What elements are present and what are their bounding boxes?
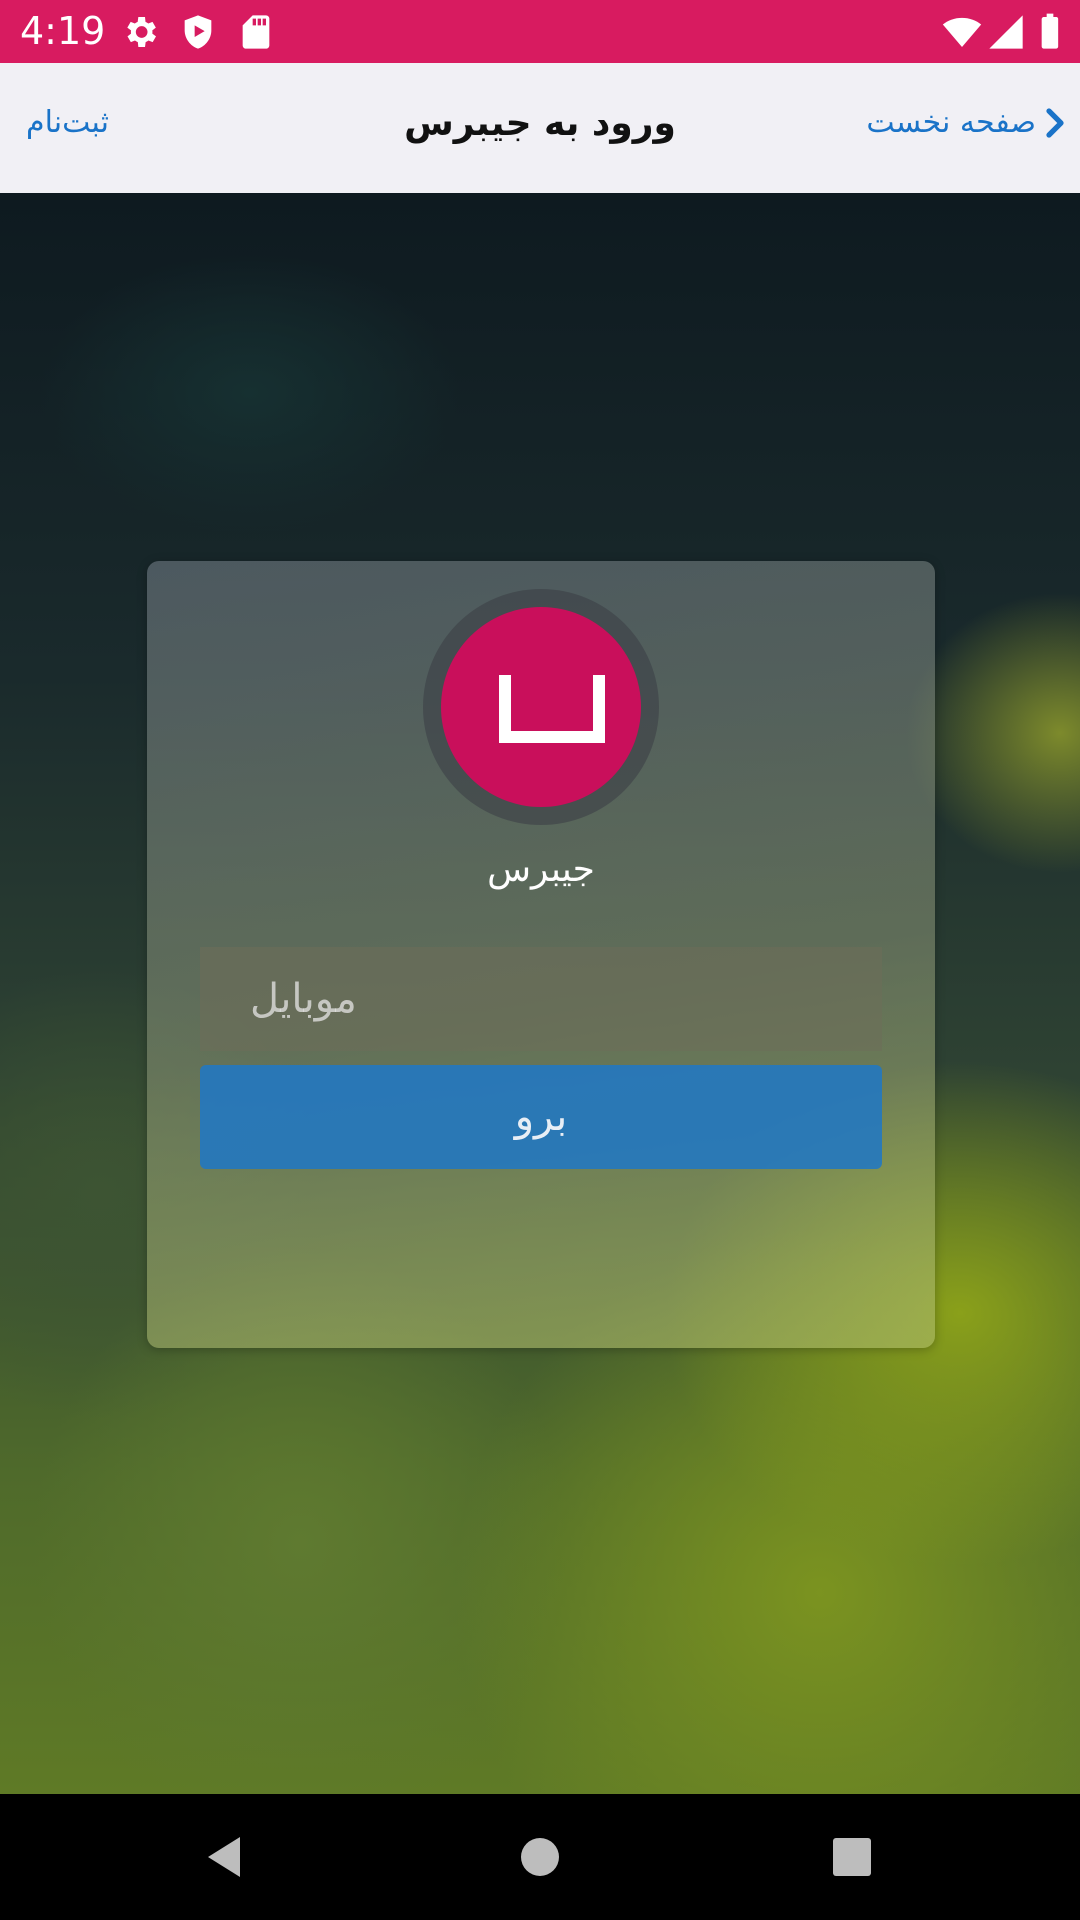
- brand-logo: [441, 607, 641, 807]
- logo-mark-icon: [499, 675, 605, 743]
- sd-card-icon: [242, 15, 270, 49]
- battery-icon: [1041, 13, 1059, 49]
- app-bar: ثبت‌نام ورود به جیبرس صفحه نخست: [0, 63, 1080, 193]
- status-bar: 4:19: [0, 0, 1080, 63]
- submit-button[interactable]: برو: [200, 1065, 882, 1169]
- back-triangle-icon[interactable]: [200, 1831, 252, 1883]
- settings-icon: [127, 17, 156, 47]
- background-image: جیبرس برو: [0, 193, 1080, 1794]
- logo-ring: [423, 589, 659, 825]
- status-time: 4:19: [20, 9, 106, 53]
- home-circle-icon[interactable]: [514, 1831, 566, 1883]
- play-protect-icon: [184, 15, 212, 49]
- login-card: جیبرس برو: [147, 561, 935, 1348]
- mobile-input[interactable]: [200, 947, 882, 1051]
- recents-square-icon[interactable]: [826, 1831, 878, 1883]
- back-to-home-button[interactable]: صفحه نخست: [866, 105, 1066, 140]
- chevron-right-icon: [1046, 107, 1064, 138]
- signal-icon: [989, 15, 1023, 49]
- wifi-icon: [942, 17, 982, 47]
- brand-name: جیبرس: [487, 849, 595, 890]
- system-nav-bar: [0, 1794, 1080, 1920]
- back-to-home-label: صفحه نخست: [866, 105, 1036, 140]
